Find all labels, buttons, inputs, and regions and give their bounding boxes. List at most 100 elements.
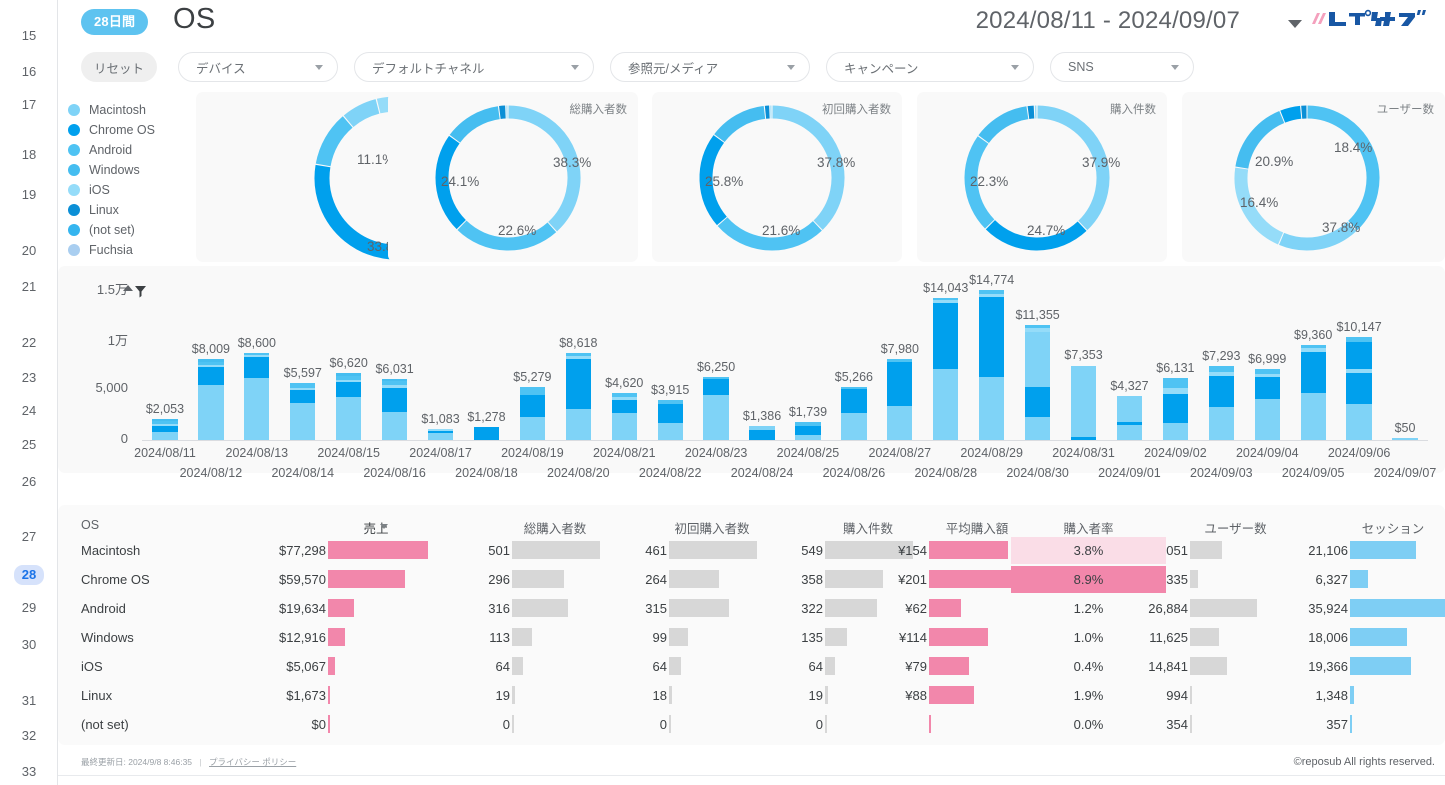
donut-slice[interactable] (349, 106, 378, 121)
bar-column-3[interactable] (290, 383, 315, 440)
legend-item-7[interactable]: Fuchsia (68, 240, 188, 260)
row-number-32[interactable]: 32 (0, 727, 58, 745)
table-header-buyers[interactable]: 総購入者数 (490, 518, 620, 537)
bar-column-8[interactable] (520, 387, 545, 440)
row-number-21[interactable]: 21 (0, 278, 58, 296)
row-number-18[interactable]: 18 (0, 146, 58, 164)
chevron-down-icon[interactable] (1011, 65, 1019, 70)
row-number-27[interactable]: 27 (0, 528, 58, 546)
bar-column-17[interactable] (933, 298, 958, 440)
row-number-15[interactable]: 15 (0, 27, 58, 45)
legend-item-0[interactable]: Macintosh (68, 100, 188, 120)
bar-column-22[interactable] (1163, 378, 1188, 440)
row-number-17[interactable]: 17 (0, 96, 58, 114)
donut-slice[interactable] (455, 113, 499, 139)
legend-item-3[interactable]: Windows (68, 160, 188, 180)
bar-column-4[interactable] (336, 373, 361, 440)
bar-column-25[interactable] (1301, 345, 1326, 440)
bar-segment (658, 400, 683, 403)
bar-column-23[interactable] (1209, 366, 1234, 440)
donut-percent-label-3-0: 37.9% (1082, 155, 1120, 170)
sort-filter-icon[interactable] (121, 282, 147, 302)
legend-color-swatch (68, 224, 80, 236)
donut-slice[interactable] (323, 122, 348, 165)
bar-column-12[interactable] (703, 377, 728, 440)
bar-column-27[interactable] (1392, 438, 1417, 440)
row-number-25[interactable]: 25 (0, 436, 58, 454)
bar-column-16[interactable] (887, 359, 912, 440)
row-number-16[interactable]: 16 (0, 63, 58, 81)
legend-item-4[interactable]: iOS (68, 180, 188, 200)
cell-rate: 1.0% (1011, 624, 1166, 651)
donut-slice[interactable] (984, 113, 1028, 139)
bar-column-9[interactable] (566, 353, 591, 440)
bar-column-7[interactable] (474, 427, 499, 440)
legend-color-swatch (68, 104, 80, 116)
bar-segment (152, 424, 177, 426)
filter-dropdown-3[interactable]: キャンペーン (826, 52, 1034, 82)
bar-column-15[interactable] (841, 387, 866, 440)
bar-column-10[interactable] (612, 393, 637, 440)
row-number-23[interactable]: 23 (0, 369, 58, 387)
donut-slice[interactable] (1283, 112, 1301, 116)
chevron-down-icon[interactable] (571, 65, 579, 70)
legend-item-6[interactable]: (not set) (68, 220, 188, 240)
cell-rate: 0.4% (1011, 653, 1166, 680)
bar-column-18[interactable] (979, 290, 1004, 440)
bar-column-20[interactable] (1071, 366, 1096, 441)
table-header-sessions[interactable]: セッション (1328, 518, 1445, 537)
row-number-33[interactable]: 33 (0, 763, 58, 781)
row-number-30[interactable]: 30 (0, 636, 58, 654)
bar-column-21[interactable] (1117, 396, 1142, 440)
bar-column-14[interactable] (795, 422, 820, 440)
sort-descending-icon[interactable] (380, 524, 388, 529)
legend-item-1[interactable]: Chrome OS (68, 120, 188, 140)
chevron-down-icon[interactable] (1288, 20, 1302, 28)
row-number-28[interactable]: 28 (0, 565, 58, 585)
table-header-first[interactable]: 初回購入者数 (647, 518, 777, 537)
filter-dropdown-0[interactable]: デバイス (178, 52, 338, 82)
chevron-down-icon[interactable] (1171, 65, 1179, 70)
donut-slice[interactable] (719, 112, 764, 138)
row-number-22[interactable]: 22 (0, 334, 58, 352)
bar-column-1[interactable] (198, 359, 223, 440)
cell-sales: $12,916 (226, 630, 326, 645)
row-number-31[interactable]: 31 (0, 692, 58, 710)
bar-sales (328, 541, 428, 559)
row-number-26[interactable]: 26 (0, 473, 58, 491)
date-range-label[interactable]: 2024/08/11 - 2024/09/07 (976, 7, 1240, 35)
bar-column-6[interactable] (428, 429, 453, 440)
row-number-20[interactable]: 20 (0, 242, 58, 260)
cell-sessions: 357 (1258, 717, 1348, 732)
table-header-os[interactable]: OS (81, 518, 99, 532)
legend-item-2[interactable]: Android (68, 140, 188, 160)
bar-column-5[interactable] (382, 379, 407, 440)
bar-avg (929, 599, 961, 617)
privacy-policy-link[interactable]: プライバシー ポリシー (209, 757, 296, 767)
bar-column-13[interactable] (749, 426, 774, 440)
bar-column-24[interactable] (1255, 369, 1280, 440)
filter-dropdown-2[interactable]: 参照元/メディア (610, 52, 810, 82)
chevron-down-icon[interactable] (315, 65, 323, 70)
chevron-down-icon[interactable] (787, 65, 795, 70)
bar-column-19[interactable] (1025, 325, 1050, 440)
bar-column-11[interactable] (658, 400, 683, 440)
row-number-29[interactable]: 29 (0, 599, 58, 617)
filter-dropdown-1[interactable]: デフォルトチャネル (354, 52, 594, 82)
period-badge[interactable]: 28日間 (81, 9, 148, 35)
legend-item-5[interactable]: Linux (68, 200, 188, 220)
reset-filters-button[interactable]: リセット (81, 52, 157, 82)
bar-column-2[interactable] (244, 353, 269, 440)
x-axis-label-10: 2024/08/21 (593, 446, 656, 460)
row-number-19[interactable]: 19 (0, 186, 58, 204)
spreadsheet-embedded-report: 15 16 17 18 19 20 21 22 23 24 25 26 27 28 29 30 31 32 33 2… (0, 0, 1445, 785)
bar-column-0[interactable] (152, 419, 177, 440)
table-header-sales[interactable]: 売上 (306, 518, 446, 537)
table-header-rate[interactable]: 購入者率 (1011, 518, 1166, 537)
row-number-24[interactable]: 24 (0, 402, 58, 420)
bar-column-26[interactable] (1346, 337, 1371, 440)
table-header-users[interactable]: ユーザー数 (1168, 518, 1303, 537)
last-updated-label: 最終更新日: 2024/9/8 8:46:35 (81, 757, 192, 767)
donut-slice[interactable] (1308, 112, 1373, 226)
filter-dropdown-4[interactable]: SNS (1050, 52, 1194, 82)
